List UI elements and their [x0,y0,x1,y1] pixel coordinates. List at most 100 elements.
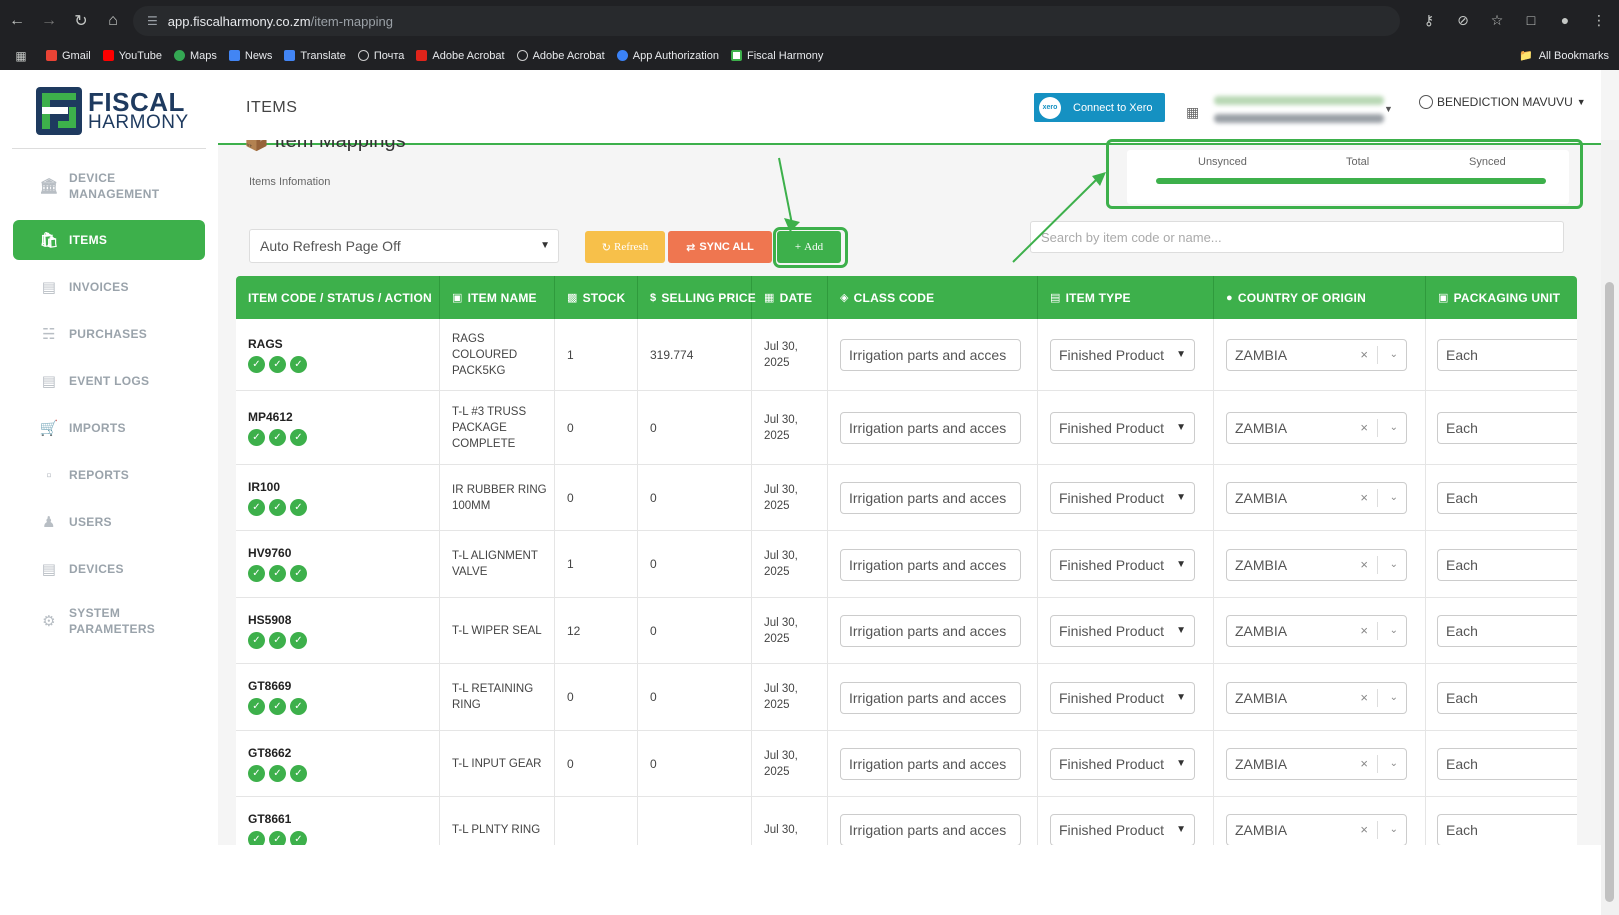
sync-all-button[interactable]: ⇄ SYNC ALL [668,231,772,263]
check-circle-icon[interactable]: ✓ [248,565,265,582]
country-select[interactable]: ZAMBIA × ⌄ [1226,682,1407,714]
star-icon[interactable]: ☆ [1483,6,1511,34]
bookmark-adobe-acrobat-1[interactable]: Adobe Acrobat [416,50,505,62]
sidebar-item-system-parameters[interactable]: ⚙ SYSTEM PARAMETERS [13,601,205,641]
clear-icon[interactable]: × [1360,756,1368,771]
check-circle-icon[interactable]: ✓ [290,565,307,582]
clear-icon[interactable]: × [1360,420,1368,435]
check-circle-icon[interactable]: ✓ [269,764,286,782]
auto-refresh-select[interactable]: Auto Refresh Page Off ▼ [249,229,559,263]
scrollbar-thumb[interactable] [1605,282,1614,902]
connect-to-xero-button[interactable]: xero Connect to Xero [1034,93,1165,122]
item-type-select[interactable]: Finished Product ▼ [1050,615,1195,647]
packaging-unit-input[interactable]: Each [1437,339,1577,371]
check-circle-icon[interactable]: ✓ [290,498,307,516]
check-circle-icon[interactable]: ✓ [248,631,265,649]
item-type-select[interactable]: Finished Product ▼ [1050,549,1195,581]
col-item-type[interactable]: ▤ ITEM TYPE [1038,276,1214,319]
sidebar-item-reports[interactable]: ▫ REPORTS [13,455,205,495]
item-type-select[interactable]: Finished Product ▼ [1050,412,1195,444]
all-bookmarks[interactable]: 📁 All Bookmarks [1519,41,1609,70]
packaging-unit-input[interactable]: Each [1437,682,1577,714]
check-circle-icon[interactable]: ✓ [269,498,286,516]
user-menu[interactable]: BENEDICTION MAVUVU ▼ [1419,95,1586,109]
sidebar-item-items[interactable]: 🛍 ITEMS [13,220,205,260]
country-select[interactable]: ZAMBIA × ⌄ [1226,748,1407,780]
sidebar-item-invoices[interactable]: ▤ INVOICES [13,267,205,307]
class-code-input[interactable]: Irrigation parts and acces [840,615,1021,647]
check-circle-icon[interactable]: ✓ [248,428,265,446]
eye-off-icon[interactable]: ⊘ [1449,6,1477,34]
col-class-code[interactable]: ◈ CLASS CODE [828,276,1038,319]
check-circle-icon[interactable]: ✓ [290,355,307,373]
reload-icon[interactable]: ↻ [66,6,96,36]
item-type-select[interactable]: Finished Product ▼ [1050,339,1195,371]
site-info-icon[interactable]: ☰ [147,14,158,28]
check-circle-icon[interactable]: ✓ [269,631,286,649]
packaging-unit-input[interactable]: Each [1437,748,1577,780]
item-type-select[interactable]: Finished Product ▼ [1050,682,1195,714]
item-type-select[interactable]: Finished Product ▼ [1050,814,1195,845]
country-select[interactable]: ZAMBIA × ⌄ [1226,814,1407,845]
class-code-input[interactable]: Irrigation parts and acces [840,482,1021,514]
bookmark-news[interactable]: News [228,50,272,62]
check-circle-icon[interactable]: ✓ [269,428,286,446]
check-circle-icon[interactable]: ✓ [248,830,265,845]
class-code-input[interactable]: Irrigation parts and acces [840,748,1021,780]
country-select[interactable]: ZAMBIA × ⌄ [1226,615,1407,647]
country-select[interactable]: ZAMBIA × ⌄ [1226,549,1407,581]
check-circle-icon[interactable]: ✓ [248,498,265,516]
clear-icon[interactable]: × [1360,557,1368,572]
refresh-button[interactable]: ↻ Refresh [585,231,665,263]
col-date[interactable]: ▦ DATE [752,276,828,319]
sidebar-item-device-management[interactable]: 🏛 DEVICE MANAGEMENT [13,166,205,206]
sidebar-item-devices[interactable]: ▤ DEVICES [13,549,205,589]
sidebar-item-event-logs[interactable]: ▤ EVENT LOGS [13,361,205,401]
check-circle-icon[interactable]: ✓ [290,830,307,845]
profile-icon[interactable]: ● [1551,6,1579,34]
sidebar-item-imports[interactable]: 🛒 IMPORTS [13,408,205,448]
check-circle-icon[interactable]: ✓ [269,698,286,715]
check-circle-icon[interactable]: ✓ [248,764,265,782]
bookmark-pochta[interactable]: Почта [357,50,404,62]
clear-icon[interactable]: × [1360,490,1368,505]
check-circle-icon[interactable]: ✓ [248,355,265,373]
class-code-input[interactable]: Irrigation parts and acces [840,339,1021,371]
back-icon[interactable]: ← [2,6,32,36]
address-bar[interactable]: ☰ app.fiscalharmony.co.zm/item-mapping [133,6,1400,36]
extensions-icon[interactable]: □ [1517,6,1545,34]
key-icon[interactable]: ⚷ [1415,6,1443,34]
check-circle-icon[interactable]: ✓ [269,830,286,845]
clear-icon[interactable]: × [1360,822,1368,837]
packaging-unit-input[interactable]: Each [1437,814,1577,845]
clear-icon[interactable]: × [1360,623,1368,638]
col-item-code[interactable]: ITEM CODE / STATUS / ACTION [236,276,440,319]
search-input[interactable]: Search by item code or name... [1030,221,1564,253]
item-type-select[interactable]: Finished Product ▼ [1050,748,1195,780]
apps-icon[interactable]: ▦ [6,41,36,71]
class-code-input[interactable]: Irrigation parts and acces [840,549,1021,581]
packaging-unit-input[interactable]: Each [1437,412,1577,444]
bookmark-translate[interactable]: Translate [284,50,346,62]
col-packaging-unit[interactable]: ▣ PACKAGING UNIT [1426,276,1577,319]
sidebar-item-users[interactable]: ♟ USERS [13,502,205,542]
check-circle-icon[interactable]: ✓ [290,428,307,446]
check-circle-icon[interactable]: ✓ [269,355,286,373]
check-circle-icon[interactable]: ✓ [269,565,286,582]
bookmark-youtube[interactable]: YouTube [102,50,162,62]
check-circle-icon[interactable]: ✓ [290,698,307,715]
col-selling-price[interactable]: $ SELLING PRICE [638,276,756,319]
fiscal-harmony-logo[interactable]: FISCAL HARMONY [36,86,188,136]
home-icon[interactable]: ⌂ [98,6,128,36]
bookmark-app-authorization[interactable]: App Authorization [616,50,719,62]
col-stock[interactable]: ▩ STOCK [555,276,638,319]
sidebar-item-purchases[interactable]: ☵ PURCHASES [13,314,205,354]
menu-icon[interactable]: ⋮ [1585,6,1613,34]
company-selector[interactable]: ▦ ▼ [1186,90,1393,130]
country-select[interactable]: ZAMBIA × ⌄ [1226,412,1407,444]
col-item-name[interactable]: ▣ ITEM NAME [440,276,555,319]
item-type-select[interactable]: Finished Product ▼ [1050,482,1195,514]
check-circle-icon[interactable]: ✓ [290,631,307,649]
bookmark-fiscal-harmony[interactable]: Fiscal Harmony [730,50,823,62]
country-select[interactable]: ZAMBIA × ⌄ [1226,482,1407,514]
